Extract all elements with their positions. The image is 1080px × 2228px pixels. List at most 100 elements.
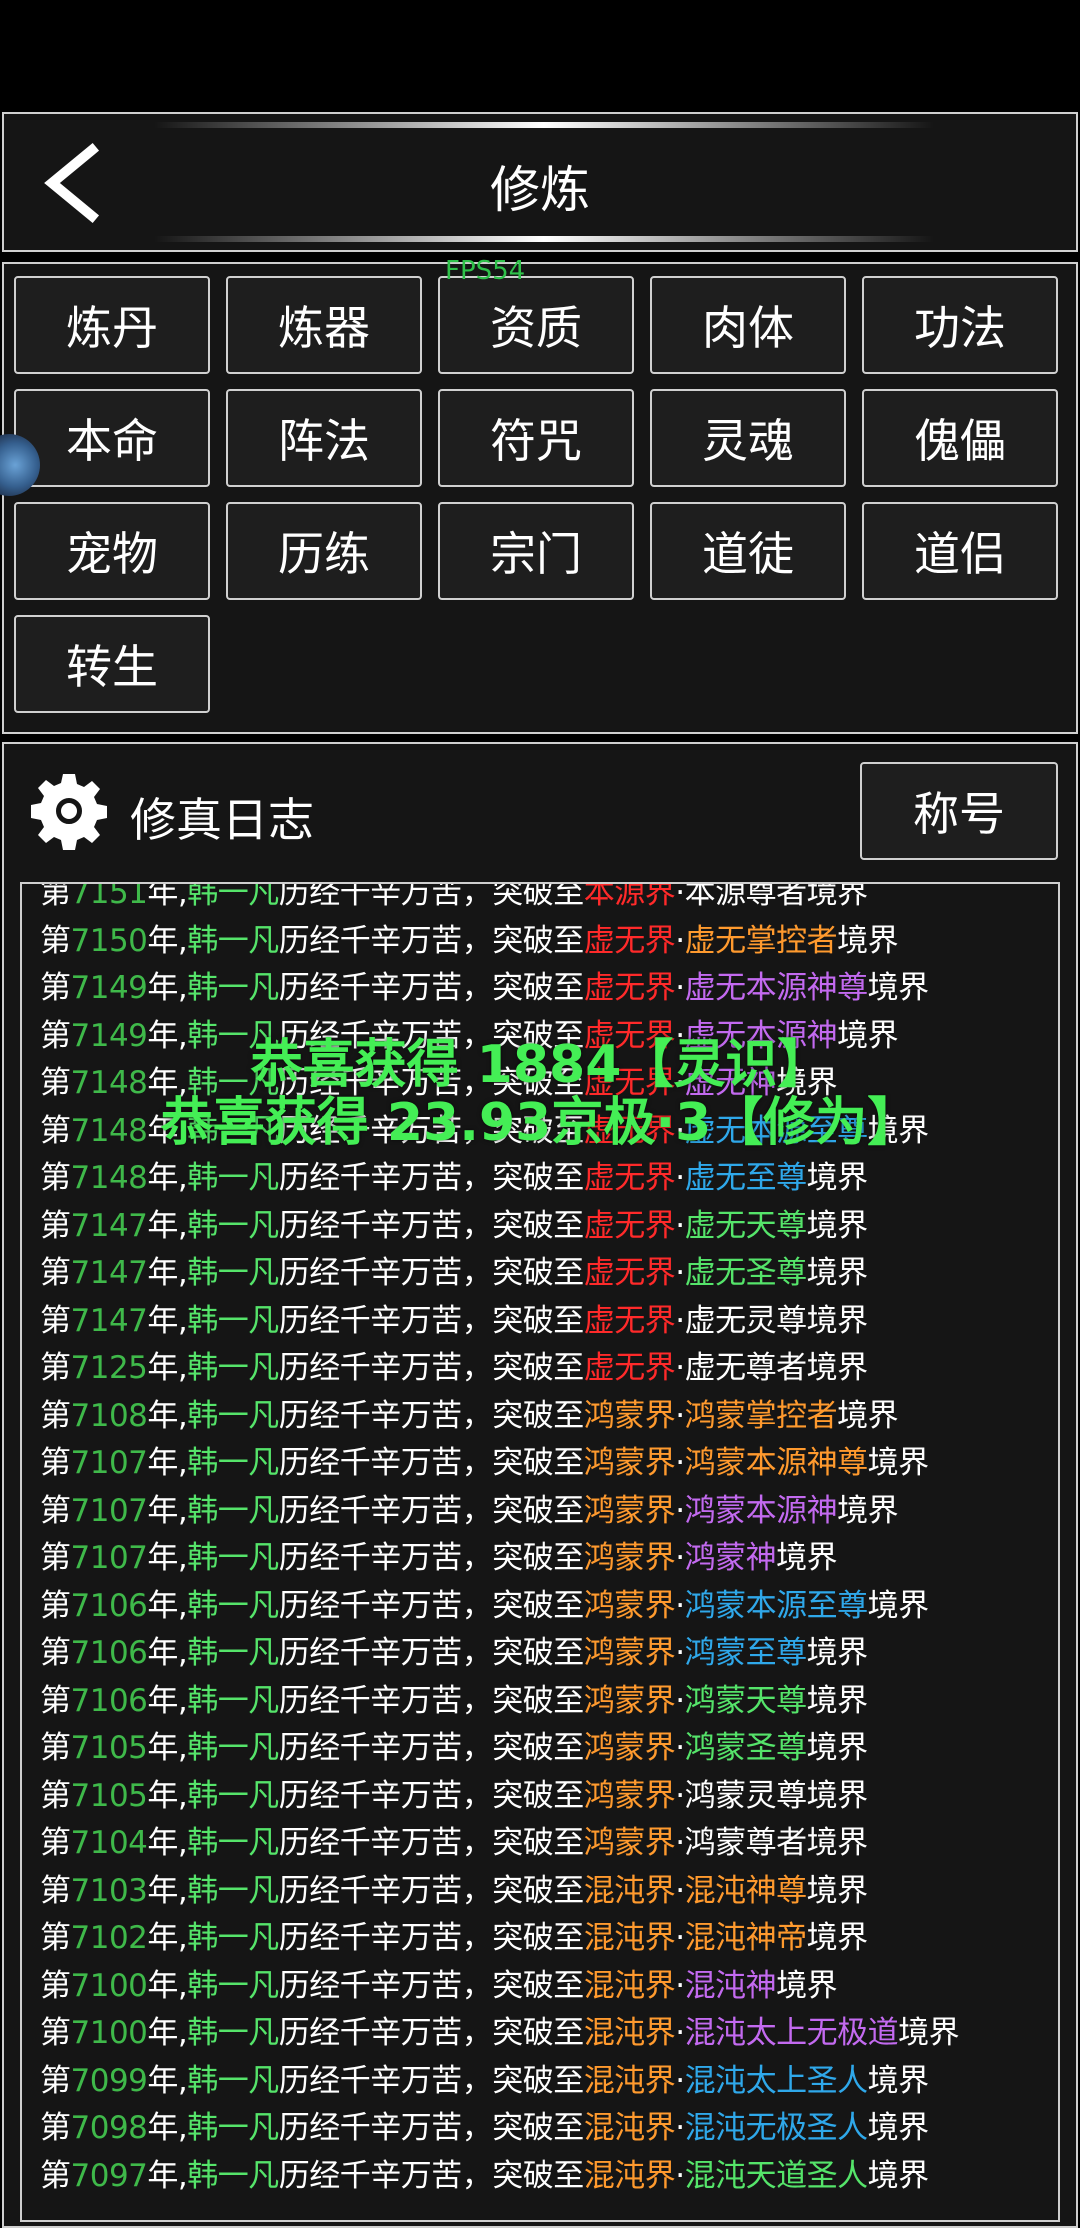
log-year: 7107	[70, 1445, 148, 1481]
log-year: 7147	[70, 1207, 148, 1244]
log-action: 历经千辛万苦，突破至	[278, 1825, 585, 1861]
log-realm: 鸿蒙界	[583, 1730, 676, 1766]
log-entry: 第7105年,韩一凡历经千辛万苦，突破至鸿蒙界·鸿蒙灵尊境界	[40, 1773, 1050, 1821]
log-year: 7098	[70, 2110, 148, 2146]
log-name: 韩一凡	[187, 1540, 279, 1576]
log-entry: 第7106年,韩一凡历经千辛万苦，突破至鸿蒙界·鸿蒙至尊境界	[40, 1630, 1050, 1678]
log-year-suffix: 年,	[147, 1967, 188, 2004]
log-dot: ·	[675, 1920, 685, 1956]
log-name: 韩一凡	[187, 1920, 279, 1956]
log-name: 韩一凡	[187, 2062, 279, 2099]
menu-button[interactable]: 宠物	[14, 502, 210, 600]
log-stage: 混沌神尊	[684, 1872, 808, 1909]
log-suffix: 境界	[806, 1635, 869, 1671]
log-year: 7104	[70, 1825, 148, 1861]
log-prefix: 第	[40, 2157, 71, 2194]
title-button[interactable]: 称号	[860, 762, 1058, 860]
gear-icon	[31, 774, 107, 850]
log-year-suffix: 年,	[147, 1350, 188, 1386]
log-stage: 混沌无极圣人	[684, 2110, 869, 2146]
log-realm: 鸿蒙界	[583, 1825, 676, 1861]
log-suffix: 境界	[806, 1730, 869, 1766]
log-year-suffix: 年,	[147, 970, 188, 1006]
log-action: 历经千辛万苦，突破至	[278, 1967, 585, 2004]
log-realm: 虚无界	[583, 1302, 676, 1339]
log-year: 7147	[70, 1255, 148, 1291]
log-name: 韩一凡	[187, 1397, 279, 1434]
log-entry: 第7102年,韩一凡历经千辛万苦，突破至混沌界·混沌神帝境界	[40, 1915, 1050, 1963]
log-prefix: 第	[40, 1445, 71, 1481]
menu-button[interactable]: 傀儡	[862, 389, 1058, 487]
log-stage: 鸿蒙圣尊	[684, 1730, 808, 1766]
log-realm: 混沌界	[583, 1967, 676, 2004]
log-name: 韩一凡	[187, 1777, 279, 1814]
log-prefix: 第	[40, 922, 71, 959]
menu-button[interactable]: 道徒	[650, 502, 846, 600]
log-entry: 第7106年,韩一凡历经千辛万苦，突破至鸿蒙界·鸿蒙本源至尊境界	[40, 1583, 1050, 1631]
menu-button[interactable]: 本命	[14, 389, 210, 487]
log-action: 历经千辛万苦，突破至	[278, 882, 585, 911]
log-year: 7100	[70, 2015, 148, 2051]
menu-button[interactable]: 肉体	[650, 276, 846, 374]
log-entry: 第7097年,韩一凡历经千辛万苦，突破至混沌界·混沌天道圣人境界	[40, 2153, 1050, 2201]
log-year-suffix: 年,	[147, 1920, 188, 1956]
log-action: 历经千辛万苦，突破至	[278, 1730, 585, 1766]
log-year-suffix: 年,	[147, 882, 188, 911]
log-name: 韩一凡	[187, 2157, 279, 2194]
log-entry: 第7103年,韩一凡历经千辛万苦，突破至混沌界·混沌神尊境界	[40, 1868, 1050, 1916]
log-stage: 鸿蒙掌控者	[684, 1397, 838, 1434]
log-action: 历经千辛万苦，突破至	[278, 1872, 585, 1909]
log-year-suffix: 年,	[147, 1587, 188, 1624]
log-stage: 混沌太上圣人	[684, 2062, 869, 2099]
menu-button[interactable]: 历练	[226, 502, 422, 600]
menu-button[interactable]: 资质	[438, 276, 634, 374]
menu-button[interactable]: 炼器	[226, 276, 422, 374]
log-dot: ·	[675, 1825, 685, 1861]
menu-button[interactable]: 阵法	[226, 389, 422, 487]
menu-button[interactable]: 宗门	[438, 502, 634, 600]
log-suffix: 境界	[806, 1777, 869, 1814]
log-realm: 鸿蒙界	[583, 1587, 676, 1624]
log-year-suffix: 年,	[147, 1682, 188, 1719]
status-bar	[0, 0, 1080, 110]
menu-button[interactable]: 功法	[862, 276, 1058, 374]
log-dot: ·	[675, 2157, 685, 2194]
log-stage: 鸿蒙尊者	[684, 1825, 808, 1861]
log-suffix: 境界	[837, 1492, 899, 1529]
log-year: 7106	[70, 1587, 148, 1624]
log-action: 历经千辛万苦，突破至	[278, 1255, 585, 1291]
log-year-suffix: 年,	[147, 1492, 188, 1529]
log-year-suffix: 年,	[147, 2110, 188, 2146]
log-entry: 第7100年,韩一凡历经千辛万苦，突破至混沌界·混沌神境界	[40, 1963, 1050, 2011]
log-year-suffix: 年,	[147, 1255, 188, 1291]
log-suffix: 境界	[806, 1682, 869, 1719]
log-year-suffix: 年,	[147, 1540, 188, 1576]
menu-button[interactable]: 转生	[14, 615, 210, 713]
log-year-suffix: 年,	[147, 1207, 188, 1244]
log-year: 7103	[70, 1872, 148, 1909]
log-stage: 混沌太上无极道	[684, 2015, 899, 2051]
log-year: 7151	[70, 882, 148, 911]
log-year-suffix: 年,	[147, 1825, 188, 1861]
log-action: 历经千辛万苦，突破至	[278, 1920, 585, 1956]
menu-button[interactable]: 符咒	[438, 389, 634, 487]
log-year-suffix: 年,	[147, 1445, 188, 1481]
log-year-suffix: 年,	[147, 922, 188, 959]
menu-button[interactable]: 炼丹	[14, 276, 210, 374]
log-suffix: 境界	[806, 1160, 869, 1196]
log-entry: 第7105年,韩一凡历经千辛万苦，突破至鸿蒙界·鸿蒙圣尊境界	[40, 1725, 1050, 1773]
log-suffix: 境界	[806, 882, 869, 911]
log-dot: ·	[675, 1492, 685, 1529]
log-action: 历经千辛万苦，突破至	[278, 2110, 585, 2146]
log-stage: 本源尊者	[684, 882, 808, 911]
log-year: 7105	[70, 1730, 148, 1766]
log-entry: 第7099年,韩一凡历经千辛万苦，突破至混沌界·混沌太上圣人境界	[40, 2058, 1050, 2106]
menu-button[interactable]: 灵魂	[650, 389, 846, 487]
log-entry: 第7106年,韩一凡历经千辛万苦，突破至鸿蒙界·鸿蒙天尊境界	[40, 1678, 1050, 1726]
log-dot: ·	[675, 882, 685, 911]
menu-button[interactable]: 道侣	[862, 502, 1058, 600]
log-stage: 虚无灵尊	[684, 1302, 808, 1339]
log-year-suffix: 年,	[147, 1872, 188, 1909]
log-action: 历经千辛万苦，突破至	[278, 1587, 585, 1624]
log-name: 韩一凡	[187, 1872, 279, 1909]
